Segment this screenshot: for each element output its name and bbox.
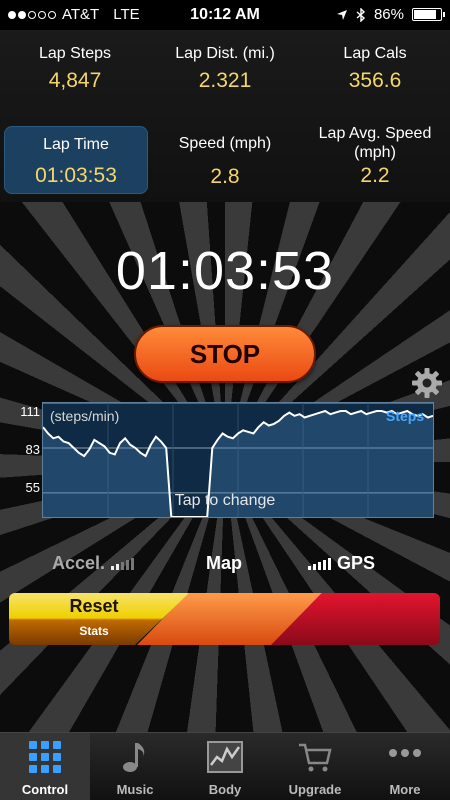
tab-label: Control <box>21 782 69 797</box>
mode-gps[interactable]: GPS <box>308 553 375 574</box>
more-dots-icon <box>389 749 421 757</box>
mode-map-label: Map <box>206 553 242 573</box>
music-note-icon <box>123 743 145 772</box>
shopping-cart-icon <box>299 743 332 772</box>
status-right: 86% <box>336 6 445 23</box>
stat-label: Speed (mph) <box>178 135 272 152</box>
stat-value: 01:03:53 <box>35 164 117 187</box>
mode-map[interactable]: Map <box>206 553 242 574</box>
sensor-mode-row: Accel. Map GPS <box>0 553 450 579</box>
tab-bar: Control Music Body Upgrade More <box>0 732 450 800</box>
signal-bars-icon <box>111 557 135 570</box>
y-tick-label: 83 <box>25 442 40 457</box>
tab-label: Body <box>208 782 242 797</box>
battery-icon <box>412 8 445 21</box>
stat-lap-avg-speed[interactable]: Lap Avg. Speed (mph) 2.2 <box>300 124 450 188</box>
tab-label: More <box>389 782 421 797</box>
grid-icon <box>29 741 61 773</box>
tab-label: Music <box>116 782 154 797</box>
stat-speed[interactable]: Speed (mph) 2.8 <box>150 134 300 189</box>
mode-accel-label: Accel. <box>52 553 106 573</box>
mode-gps-label: GPS <box>337 553 376 573</box>
control-bar: Reset Stats <box>9 593 440 645</box>
tab-body[interactable]: Body <box>180 733 270 800</box>
tab-control[interactable]: Control <box>0 733 90 800</box>
stat-lap-distance[interactable]: Lap Dist. (mi.) 2.321 <box>150 44 300 93</box>
stop-button[interactable]: STOP <box>134 325 316 383</box>
tab-label: Upgrade <box>288 782 342 797</box>
tab-upgrade[interactable]: Upgrade <box>270 733 360 800</box>
chart-unit-label: (steps/min) <box>50 408 120 424</box>
stat-value: 4,847 <box>48 69 102 92</box>
reset-label: Reset <box>69 596 119 616</box>
gear-icon[interactable] <box>410 366 444 400</box>
stat-lap-time[interactable]: Lap Time 01:03:53 <box>4 126 148 194</box>
stat-value: 2.8 <box>210 165 240 188</box>
tab-music[interactable]: Music <box>90 733 180 800</box>
stat-lap-steps[interactable]: Lap Steps 4,847 <box>0 44 150 93</box>
stats-panel: Lap Steps 4,847 Lap Dist. (mi.) 2.321 La… <box>0 30 450 202</box>
chart-hint[interactable]: Tap to change <box>0 492 450 510</box>
y-tick-label: 111 <box>20 404 40 419</box>
elapsed-time: 01:03:53 <box>115 241 335 301</box>
chart-series-label[interactable]: Steps <box>386 408 424 424</box>
bluetooth-icon <box>356 7 365 22</box>
signal-bars-icon <box>308 557 331 570</box>
stat-label: Lap Dist. (mi.) <box>175 45 275 62</box>
battery-percent: 86% <box>373 6 404 23</box>
stat-label: Lap Steps <box>38 45 112 62</box>
chart-line-icon <box>207 741 243 773</box>
mode-accel[interactable]: Accel. <box>52 553 135 574</box>
stat-label: Lap Time <box>43 136 109 153</box>
stats-label: Stats <box>79 624 109 638</box>
stat-lap-calories[interactable]: Lap Cals 356.6 <box>300 44 450 93</box>
stat-label: Lap Avg. Speed (mph) <box>318 125 432 161</box>
tab-more[interactable]: More <box>360 733 450 800</box>
location-icon <box>336 9 347 20</box>
status-bar: AT&T LTE 10:12 AM 86% <box>0 0 450 30</box>
stat-value: 2.2 <box>360 164 390 187</box>
stat-value: 356.6 <box>348 69 402 92</box>
stat-label: Lap Cals <box>343 45 407 62</box>
stat-value: 2.321 <box>198 69 252 92</box>
